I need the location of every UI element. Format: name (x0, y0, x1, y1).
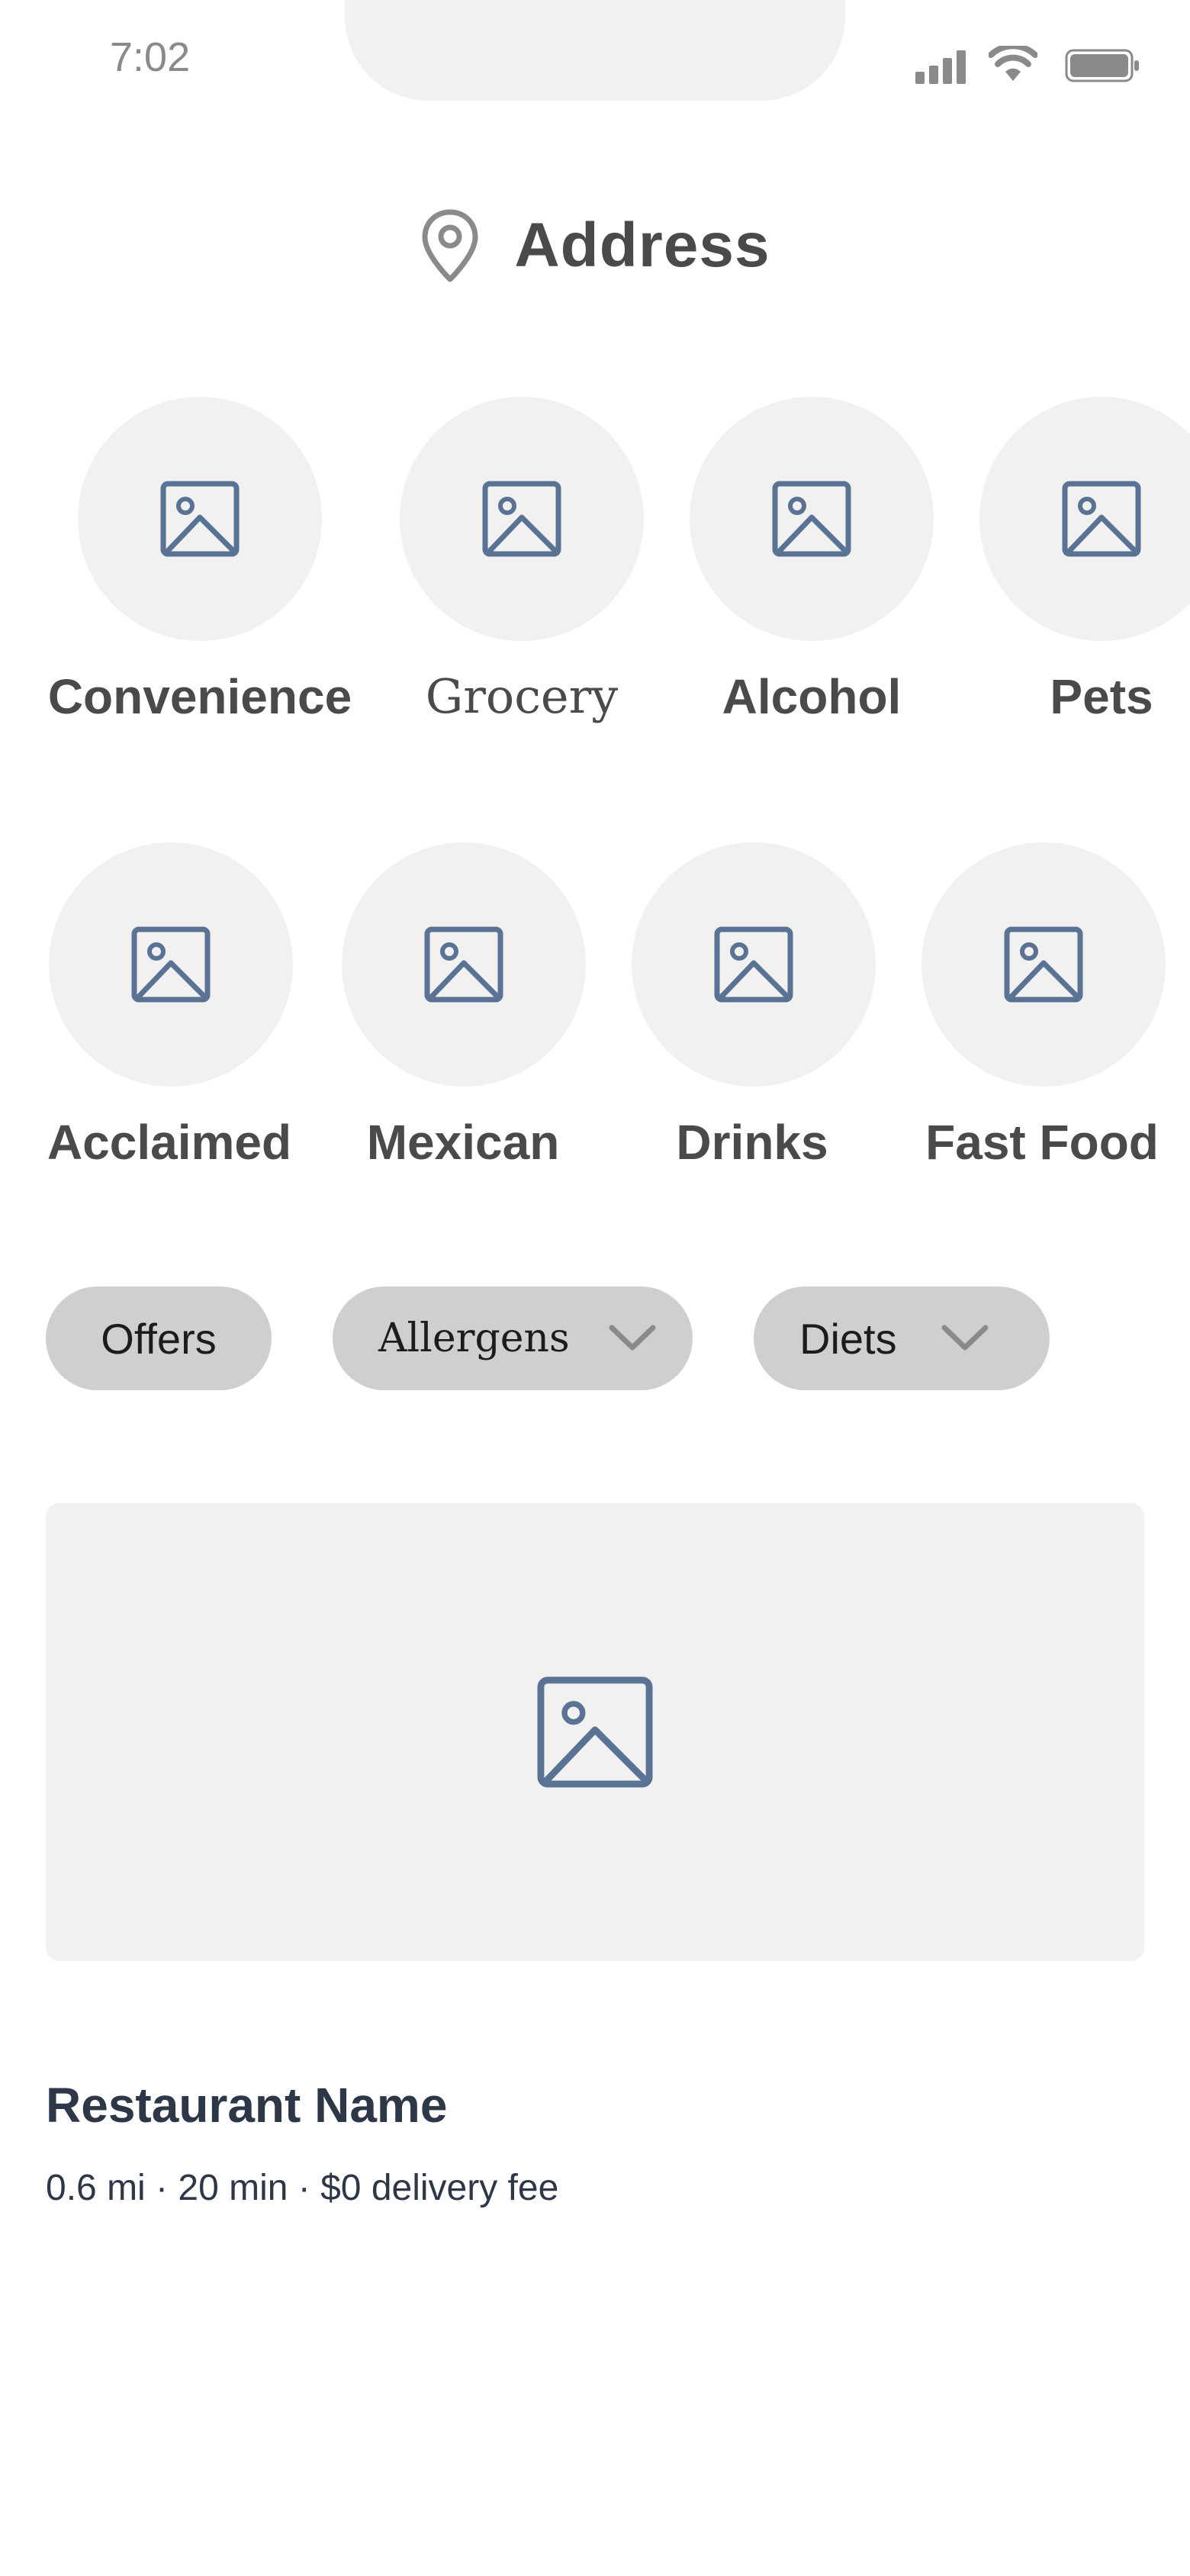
restaurant-image[interactable] (46, 1503, 1144, 1961)
image-placeholder-icon (537, 1676, 653, 1788)
chevron-down-icon (941, 1325, 989, 1351)
battery-icon (1065, 49, 1139, 82)
status-icons (915, 0, 1190, 107)
address-header[interactable]: Address (0, 200, 1190, 291)
wifi-icon (989, 46, 1037, 81)
cellular-signal-icon (915, 50, 966, 84)
image-placeholder-icon (482, 481, 561, 557)
category-acclaimed[interactable] (49, 842, 293, 1087)
image-placeholder-icon (1004, 926, 1083, 1003)
category-label-drinks: Drinks (676, 1115, 828, 1170)
image-placeholder-icon (714, 926, 793, 1003)
category-convenience[interactable] (78, 397, 322, 641)
image-placeholder-icon (772, 481, 851, 557)
location-pin-icon (422, 209, 478, 282)
category-label-mexican: Mexican (366, 1115, 560, 1170)
category-grocery[interactable] (400, 397, 644, 641)
category-fast-food[interactable] (921, 842, 1166, 1087)
filter-allergens-chip[interactable]: Allergens (333, 1286, 693, 1390)
image-placeholder-icon (131, 926, 211, 1003)
category-label-fast-food: Fast Food (925, 1115, 1159, 1170)
filter-offers-label: Offers (101, 1314, 217, 1363)
filter-offers-chip[interactable]: Offers (46, 1286, 272, 1390)
image-placeholder-icon (160, 481, 240, 557)
status-time: 7:02 (110, 34, 191, 80)
filter-diets-chip[interactable]: Diets (754, 1286, 1050, 1390)
category-mexican[interactable] (342, 842, 586, 1087)
category-label-grocery: Grocery (425, 668, 619, 724)
category-label-acclaimed: Acclaimed (47, 1115, 292, 1170)
restaurant-meta: 0.6 mi · 20 min · $0 delivery fee (46, 2168, 559, 2208)
chevron-down-icon (609, 1325, 656, 1351)
category-drinks[interactable] (632, 842, 876, 1087)
device-notch (345, 0, 845, 101)
address-title: Address (514, 211, 770, 280)
category-alcohol[interactable] (690, 397, 934, 641)
filter-diets-label: Diets (799, 1314, 897, 1363)
category-pets[interactable] (979, 397, 1190, 641)
image-placeholder-icon (424, 926, 503, 1003)
category-label-alcohol: Alcohol (722, 669, 902, 724)
category-label-pets: Pets (1050, 669, 1153, 724)
filter-allergens-label: Allergens (378, 1315, 570, 1361)
category-label-convenience: Convenience (47, 669, 352, 724)
restaurant-name[interactable]: Restaurant Name (46, 2077, 447, 2133)
image-placeholder-icon (1062, 481, 1141, 557)
